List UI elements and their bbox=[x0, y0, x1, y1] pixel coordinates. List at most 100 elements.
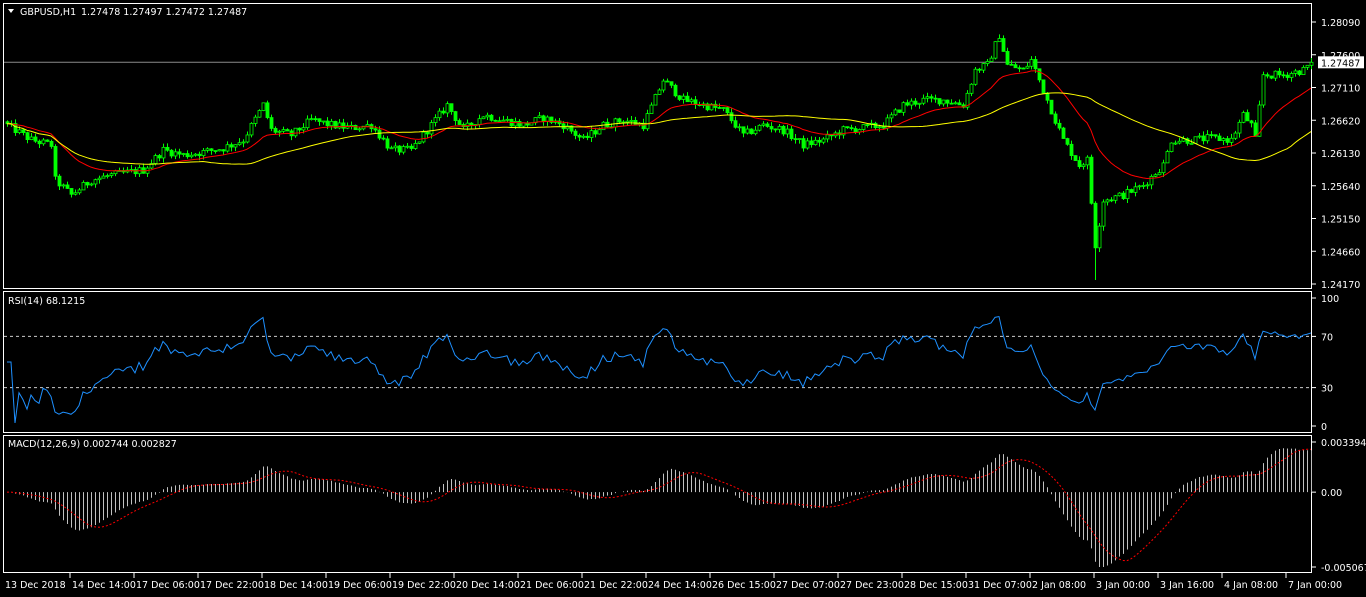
bull-candle bbox=[17, 129, 22, 134]
bull-candle bbox=[581, 135, 586, 138]
bear-candle bbox=[269, 117, 274, 129]
rsi-tick-label: 0 bbox=[1321, 422, 1327, 433]
bull-candle bbox=[401, 146, 406, 153]
bear-candle bbox=[577, 135, 582, 138]
bear-candle bbox=[469, 122, 474, 126]
bear-candle bbox=[1201, 135, 1206, 142]
price-plot[interactable] bbox=[4, 34, 1314, 280]
bull-candle bbox=[301, 127, 306, 131]
bull-candle bbox=[1153, 174, 1158, 177]
price-tick-label: 1.26130 bbox=[1321, 149, 1360, 160]
bear-candle bbox=[209, 148, 214, 151]
bull-candle bbox=[261, 102, 266, 111]
macd-plot[interactable] bbox=[6, 448, 1312, 567]
bear-candle bbox=[297, 127, 302, 131]
bull-candle bbox=[161, 146, 166, 159]
bull-candle bbox=[429, 122, 434, 135]
bear-candle bbox=[49, 141, 54, 147]
bull-candle bbox=[1157, 172, 1162, 176]
bear-candle bbox=[53, 146, 58, 177]
bear-candle bbox=[185, 153, 190, 158]
bull-candle bbox=[589, 130, 594, 138]
bull-candle bbox=[973, 68, 978, 85]
rsi-panel-frame bbox=[3, 291, 1312, 433]
bear-candle bbox=[1061, 127, 1066, 139]
bear-candle bbox=[733, 120, 738, 128]
bear-candle bbox=[665, 80, 670, 83]
bear-candle bbox=[85, 182, 90, 186]
time-tick-label: 19 Dec 22:00 bbox=[392, 580, 456, 591]
bull-candle bbox=[889, 114, 894, 119]
bull-candle bbox=[993, 41, 998, 59]
bear-candle bbox=[273, 128, 278, 133]
bear-candle bbox=[945, 99, 950, 104]
bull-candle bbox=[737, 126, 742, 129]
time-tick-label: 13 Dec 2018 bbox=[5, 580, 66, 591]
bull-candle bbox=[629, 119, 634, 122]
bear-candle bbox=[573, 130, 578, 136]
bear-candle bbox=[913, 100, 918, 105]
bull-candle bbox=[909, 100, 914, 106]
bear-candle bbox=[1209, 134, 1214, 136]
bear-candle bbox=[313, 118, 318, 121]
bear-candle bbox=[633, 119, 638, 125]
bull-candle bbox=[757, 124, 762, 131]
time-tick-label: 4 Jan 08:00 bbox=[1224, 580, 1278, 591]
time-tick-label: 3 Jan 16:00 bbox=[1160, 580, 1214, 591]
bear-candle bbox=[265, 102, 270, 118]
bear-candle bbox=[1217, 135, 1222, 141]
bull-candle bbox=[321, 120, 326, 123]
bear-candle bbox=[1269, 75, 1274, 79]
bull-candle bbox=[925, 96, 930, 99]
bull-candle bbox=[645, 113, 650, 130]
bull-candle bbox=[1189, 142, 1194, 145]
current-price-label: 1.27487 bbox=[1321, 58, 1360, 69]
time-tick-label: 17 Dec 06:00 bbox=[136, 580, 200, 591]
rsi-title: RSI(14) 68.1215 bbox=[8, 296, 85, 307]
bear-candle bbox=[933, 97, 938, 100]
bull-candle bbox=[405, 145, 410, 148]
bull-candle bbox=[1229, 137, 1234, 143]
bull-candle bbox=[241, 141, 246, 144]
bear-candle bbox=[617, 118, 622, 123]
bull-candle bbox=[1133, 186, 1138, 193]
bear-candle bbox=[677, 95, 682, 100]
bear-candle bbox=[177, 151, 182, 155]
bear-candle bbox=[317, 118, 322, 122]
bull-candle bbox=[237, 142, 242, 146]
price-tick-label: 1.24170 bbox=[1321, 280, 1360, 291]
rsi-plot[interactable] bbox=[4, 315, 1312, 424]
bull-candle bbox=[225, 144, 230, 152]
bull-candle bbox=[1113, 195, 1118, 201]
time-tick-label: 3 Jan 00:00 bbox=[1096, 580, 1150, 591]
price-tick-label: 1.26620 bbox=[1321, 116, 1360, 127]
bull-candle bbox=[1177, 140, 1182, 144]
bull-candle bbox=[105, 175, 110, 177]
bull-candle bbox=[89, 183, 94, 186]
bear-candle bbox=[1277, 70, 1282, 76]
bear-candle bbox=[729, 112, 734, 122]
rsi-tick-label: 100 bbox=[1321, 294, 1339, 305]
bear-candle bbox=[1213, 134, 1218, 137]
bear-candle bbox=[285, 129, 290, 132]
bear-candle bbox=[1013, 64, 1018, 69]
bear-candle bbox=[725, 107, 730, 114]
chart-window[interactable]: 1.280901.276001.271101.266201.261301.256… bbox=[0, 0, 1366, 597]
bear-candle bbox=[769, 126, 774, 130]
bear-candle bbox=[1281, 74, 1286, 77]
bear-candle bbox=[765, 123, 770, 127]
bear-candle bbox=[937, 98, 942, 105]
bull-candle bbox=[1149, 175, 1154, 186]
bull-candle bbox=[1193, 136, 1198, 144]
bear-candle bbox=[717, 107, 722, 109]
time-tick-label: 21 Dec 06:00 bbox=[520, 580, 584, 591]
rsi-tick-label: 30 bbox=[1321, 384, 1333, 395]
bull-candle bbox=[901, 102, 906, 113]
time-tick-label: 27 Dec 07:00 bbox=[776, 580, 840, 591]
triangle-down-icon[interactable] bbox=[8, 9, 14, 13]
rsi-line bbox=[7, 315, 1312, 424]
bear-candle bbox=[493, 119, 498, 122]
bear-candle bbox=[1009, 63, 1014, 66]
bull-candle bbox=[97, 177, 102, 181]
bull-candle bbox=[1305, 64, 1310, 68]
